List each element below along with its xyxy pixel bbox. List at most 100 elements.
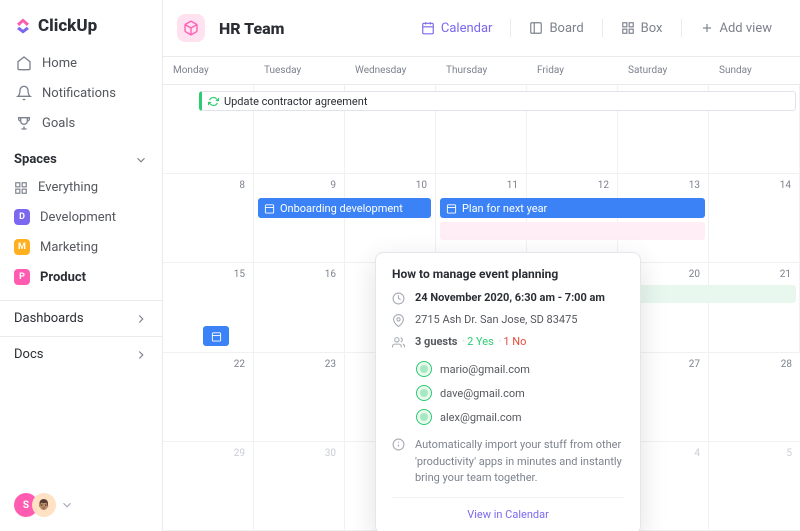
event-popover: How to manage event planning 24 November… [375, 252, 641, 531]
event-title: Onboarding development [280, 202, 403, 215]
space-badge: D [14, 209, 30, 225]
page-title: HR Team [219, 19, 285, 38]
avatar[interactable]: 👨🏽 [32, 493, 56, 517]
day-number: 15 [234, 269, 245, 280]
event-title: Update contractor agreement [224, 95, 367, 108]
dow-label: Sunday [709, 57, 800, 84]
day-cell[interactable]: 16 [254, 263, 345, 351]
popover-description: Automatically import your stuff from oth… [415, 437, 624, 487]
event-stub[interactable] [203, 326, 229, 346]
space-everything[interactable]: Everything [0, 173, 162, 202]
grid-icon [14, 181, 28, 195]
chevron-right-icon [134, 312, 148, 326]
popover-guests: 3 guests ·2 Yes ·1 No [415, 335, 526, 348]
event-contractor[interactable]: Update contractor agreement [199, 91, 796, 111]
view-in-calendar-link[interactable]: View in Calendar [392, 497, 624, 525]
space-badge: M [14, 239, 30, 255]
plus-icon [700, 21, 714, 35]
day-cell[interactable]: 21 [709, 263, 800, 351]
view-switcher: Calendar Board Box Add view [411, 15, 782, 42]
space-badge: P [14, 269, 30, 285]
day-number: 16 [325, 269, 336, 280]
dow-label: Saturday [618, 57, 709, 84]
day-number: 4 [694, 448, 700, 459]
day-cell[interactable]: 23 [254, 353, 345, 441]
guest-row[interactable]: alex@gmail.com [416, 405, 624, 429]
separator [681, 19, 682, 37]
space-development[interactable]: D Development [0, 202, 162, 232]
trophy-icon [16, 115, 32, 131]
day-cell[interactable]: 12 [527, 174, 618, 262]
nav-goals[interactable]: Goals [6, 108, 156, 138]
view-board[interactable]: Board [519, 15, 593, 42]
view-box[interactable]: Box [611, 15, 673, 42]
box-icon [621, 21, 635, 35]
space-product[interactable]: P Product [0, 262, 162, 292]
home-icon [16, 55, 32, 71]
day-cell[interactable]: 30 [254, 442, 345, 530]
clock-icon [392, 292, 405, 305]
view-label: Calendar [441, 21, 493, 36]
chevron-down-icon [134, 153, 148, 167]
section-label: Spaces [14, 152, 57, 167]
day-cell[interactable]: 10 [345, 174, 436, 262]
guest-email: mario@gmail.com [440, 363, 530, 376]
nav-home[interactable]: Home [6, 48, 156, 78]
info-icon [392, 438, 405, 451]
location-icon [392, 314, 405, 327]
section-label: Docs [14, 347, 43, 362]
day-number: 28 [781, 359, 792, 370]
users-icon [392, 336, 405, 349]
cube-icon [183, 20, 199, 36]
nav-label: Home [42, 56, 77, 71]
calendar-icon [446, 203, 457, 214]
day-number: 12 [598, 180, 609, 191]
day-cell[interactable]: 5 [709, 442, 800, 530]
weekday-header: Monday Tuesday Wednesday Thursday Friday… [163, 57, 800, 85]
day-number: 27 [689, 359, 700, 370]
day-cell[interactable]: 22 [163, 353, 254, 441]
guest-avatar-icon [416, 361, 432, 377]
user-avatars[interactable]: S 👨🏽 [0, 479, 162, 531]
day-cell[interactable]: 28 [709, 353, 800, 441]
popover-datetime: 24 November 2020, 6:30 am - 7:00 am [415, 291, 605, 304]
popover-location: 2715 Ash Dr. San Jose, SD 83475 [415, 313, 577, 326]
spaces-header[interactable]: Spaces [0, 138, 162, 173]
day-cell[interactable]: 29 [163, 442, 254, 530]
nav-notifications[interactable]: Notifications [6, 78, 156, 108]
event-title: Plan for next year [462, 202, 547, 215]
day-cell[interactable]: 9 [254, 174, 345, 262]
day-cell[interactable]: 14 [709, 174, 800, 262]
space-icon [177, 14, 205, 42]
event-onboarding[interactable]: Onboarding development [258, 198, 432, 218]
chevron-down-icon [60, 498, 74, 512]
clickup-logo-icon [14, 17, 32, 35]
view-label: Add view [720, 21, 773, 36]
event-bar[interactable] [440, 222, 705, 240]
day-cell[interactable]: 8 [163, 174, 254, 262]
day-number: 11 [507, 180, 518, 191]
refresh-icon [208, 96, 219, 107]
day-cell[interactable]: 13 [618, 174, 709, 262]
calendar-icon [421, 21, 435, 35]
dow-label: Tuesday [254, 57, 345, 84]
nav-docs[interactable]: Docs [0, 336, 162, 372]
add-view[interactable]: Add view [690, 15, 783, 42]
sidebar: ClickUp Home Notifications Goals Spaces … [0, 0, 163, 531]
day-number: 8 [239, 180, 245, 191]
day-number: 14 [780, 180, 791, 191]
day-number: 20 [689, 269, 700, 280]
guest-row[interactable]: dave@gmail.com [416, 381, 624, 405]
guest-email: dave@gmail.com [440, 387, 525, 400]
space-marketing[interactable]: M Marketing [0, 232, 162, 262]
guest-row[interactable]: mario@gmail.com [416, 357, 624, 381]
brand-logo[interactable]: ClickUp [0, 0, 162, 48]
day-cell[interactable]: 11 [436, 174, 527, 262]
guest-list: mario@gmail.com dave@gmail.com alex@gmai… [416, 357, 624, 429]
nav-dashboards[interactable]: Dashboards [0, 300, 162, 336]
dow-label: Thursday [436, 57, 527, 84]
event-nextyear[interactable]: Plan for next year [440, 198, 705, 218]
week-row: 8 9 10 11 12 13 14 Onboarding developmen… [163, 174, 800, 263]
day-number: 21 [780, 269, 791, 280]
view-calendar[interactable]: Calendar [411, 15, 503, 42]
